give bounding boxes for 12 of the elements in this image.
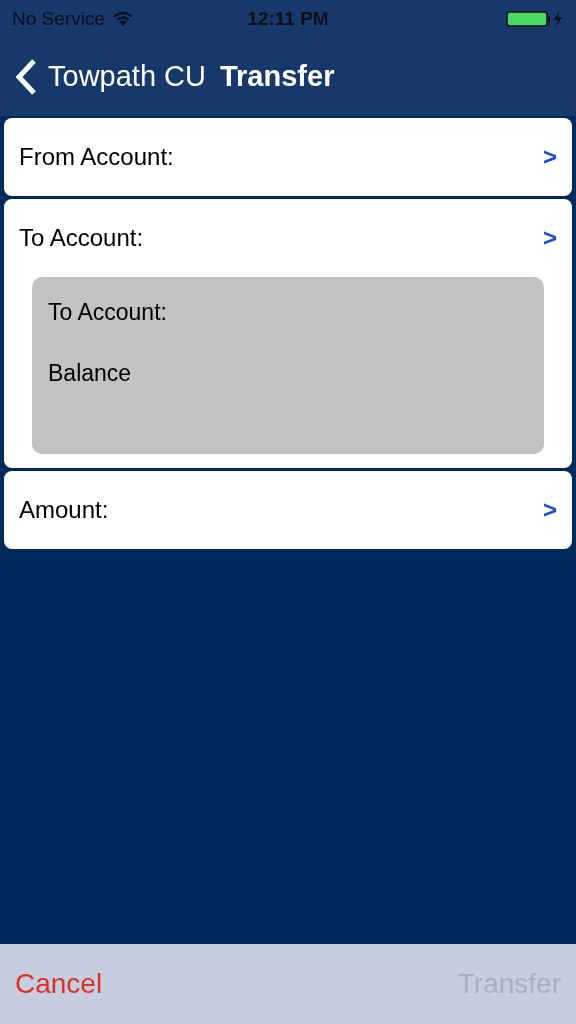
form-row[interactable]: To Account: > [19, 199, 557, 277]
carrier-label: No Service [12, 6, 105, 31]
detail-text: Balance [48, 358, 133, 388]
back-chevron-icon [14, 58, 38, 96]
detail-text: To Account: [48, 298, 168, 327]
battery-charging-icon [506, 10, 564, 28]
time-label: 12:11 PM [247, 6, 329, 31]
back-button[interactable]: Towpath CU [14, 55, 206, 99]
form-row[interactable]: Amount: > [4, 471, 572, 549]
form-row[interactable]: From Account: > [4, 118, 572, 196]
wifi-icon [112, 11, 133, 27]
page-title: Transfer [219, 59, 335, 95]
